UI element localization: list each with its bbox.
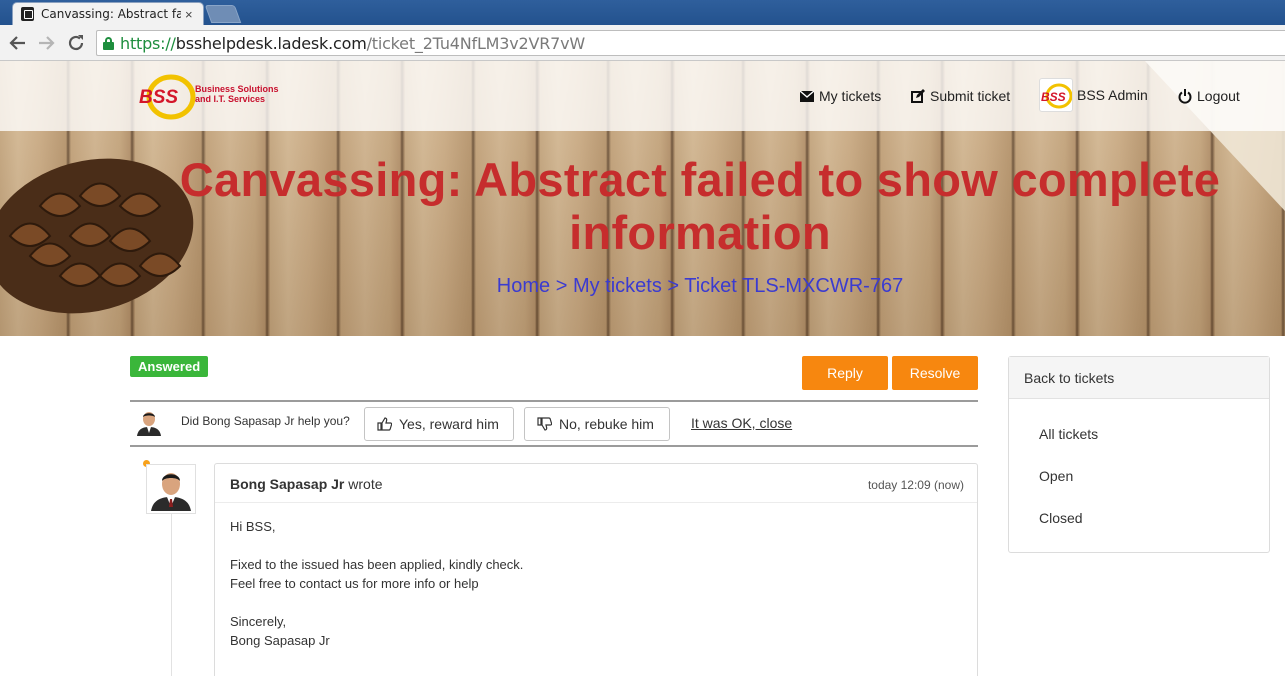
- breadcrumb[interactable]: Home > My tickets > Ticket TLS-MXCWR-767: [0, 275, 1285, 298]
- message-closing: Sincerely,: [230, 614, 287, 629]
- rebuke-label: No, rebuke him: [559, 416, 654, 432]
- reward-label: Yes, reward him: [399, 416, 499, 432]
- nav-my-tickets-label: My tickets: [819, 88, 882, 104]
- svg-text:BSS: BSS: [1041, 90, 1066, 104]
- rebuke-button[interactable]: No, rebuke him: [524, 407, 670, 441]
- resolve-button[interactable]: Resolve: [892, 356, 978, 390]
- browser-tab[interactable]: Canvassing: Abstract failed to show comp…: [12, 2, 204, 25]
- status-badge: Answered: [130, 356, 209, 377]
- logo-text-line1: Business Solutions: [195, 84, 279, 94]
- user-avatar: BSS: [1039, 78, 1073, 112]
- browser-toolbar: https://bsshelpdesk.ladesk.com/ticket_2T…: [0, 25, 1285, 61]
- nav-submit-ticket[interactable]: Submit ticket: [911, 88, 1010, 104]
- message-timestamp: today 12:09 (now): [867, 478, 964, 492]
- lock-icon: [103, 36, 114, 50]
- address-bar[interactable]: https://bsshelpdesk.ladesk.com/ticket_2T…: [96, 30, 1285, 56]
- new-tab-button[interactable]: [204, 5, 242, 23]
- message-body: Hi BSS, Fixed to the issued has been app…: [215, 503, 977, 664]
- side-item-open[interactable]: Open: [1039, 468, 1073, 484]
- power-icon: [1178, 88, 1192, 104]
- bss-logo-icon: BSS: [139, 74, 196, 120]
- page-hero: BSS Business Solutions and I.T. Services…: [0, 61, 1285, 336]
- nav-submit-ticket-label: Submit ticket: [930, 88, 1011, 104]
- svg-text:BSS: BSS: [139, 87, 178, 108]
- nav-user-menu[interactable]: BSS BSS Admin: [1039, 78, 1148, 112]
- page-favicon-icon: [21, 7, 34, 21]
- wrote-text: wrote: [348, 476, 383, 492]
- company-logo[interactable]: BSS Business Solutions and I.T. Services: [137, 73, 297, 121]
- author-name-text: Bong Sapasap Jr: [230, 476, 345, 492]
- tickets-side-panel: Back to tickets All tickets Open Closed: [1008, 356, 1270, 553]
- side-item-all-tickets[interactable]: All tickets: [1039, 426, 1098, 442]
- nav-logout[interactable]: Logout: [1178, 88, 1240, 104]
- feedback-bar: Did Bong Sapasap Jr help you? Yes, rewar…: [130, 400, 978, 447]
- message-card: Bong Sapasap Jr wrote today 12:09 (now) …: [214, 463, 978, 676]
- message-author: Bong Sapasap Jr wrote: [230, 476, 383, 492]
- reward-button[interactable]: Yes, reward him: [364, 407, 514, 441]
- message-line-2: Feel free to contact us for more info or…: [230, 576, 479, 591]
- author-avatar: [146, 464, 196, 514]
- message-signature: Bong Sapasap Jr: [230, 633, 330, 648]
- site-header: BSS Business Solutions and I.T. Services…: [0, 61, 1285, 131]
- nav-user-name: BSS Admin: [1077, 87, 1148, 103]
- timeline-line: [171, 512, 172, 676]
- nav-my-tickets[interactable]: My tickets: [800, 88, 881, 104]
- logo-text-line2: and I.T. Services: [195, 94, 266, 104]
- reply-button[interactable]: Reply: [802, 356, 888, 390]
- tab-title: Canvassing: Abstract failed to show comp…: [41, 7, 181, 21]
- page-title: Canvassing: Abstract failed to show comp…: [179, 153, 1221, 259]
- reload-icon[interactable]: [65, 32, 87, 54]
- back-to-tickets[interactable]: Back to tickets: [1009, 357, 1269, 399]
- feedback-question: Did Bong Sapasap Jr help you?: [181, 414, 350, 428]
- tab-close-icon[interactable]: ×: [185, 7, 193, 22]
- message-greeting: Hi BSS,: [230, 519, 276, 534]
- logo-text: Business Solutions and I.T. Services: [195, 84, 279, 104]
- back-arrow-icon[interactable]: [6, 32, 28, 54]
- edit-icon: [911, 89, 925, 103]
- nav-logout-label: Logout: [1197, 88, 1240, 104]
- envelope-icon: [800, 90, 814, 102]
- url-host: bsshelpdesk.ladesk.com: [175, 33, 367, 53]
- forward-arrow-icon[interactable]: [36, 32, 58, 54]
- message-line-1: Fixed to the issued has been applied, ki…: [230, 557, 524, 572]
- browser-tabstrip: Canvassing: Abstract failed to show comp…: [0, 0, 1285, 25]
- thumbs-up-icon: [377, 417, 392, 431]
- thumbs-down-icon: [537, 417, 552, 431]
- url-scheme: https://: [120, 33, 176, 53]
- agent-avatar-small: [135, 408, 163, 436]
- side-item-closed[interactable]: Closed: [1039, 510, 1083, 526]
- ok-close-link[interactable]: It was OK, close: [691, 415, 792, 431]
- url-path: /ticket_2Tu4NfLM3v2VR7vW: [366, 33, 586, 53]
- message-header: Bong Sapasap Jr wrote today 12:09 (now): [215, 464, 977, 503]
